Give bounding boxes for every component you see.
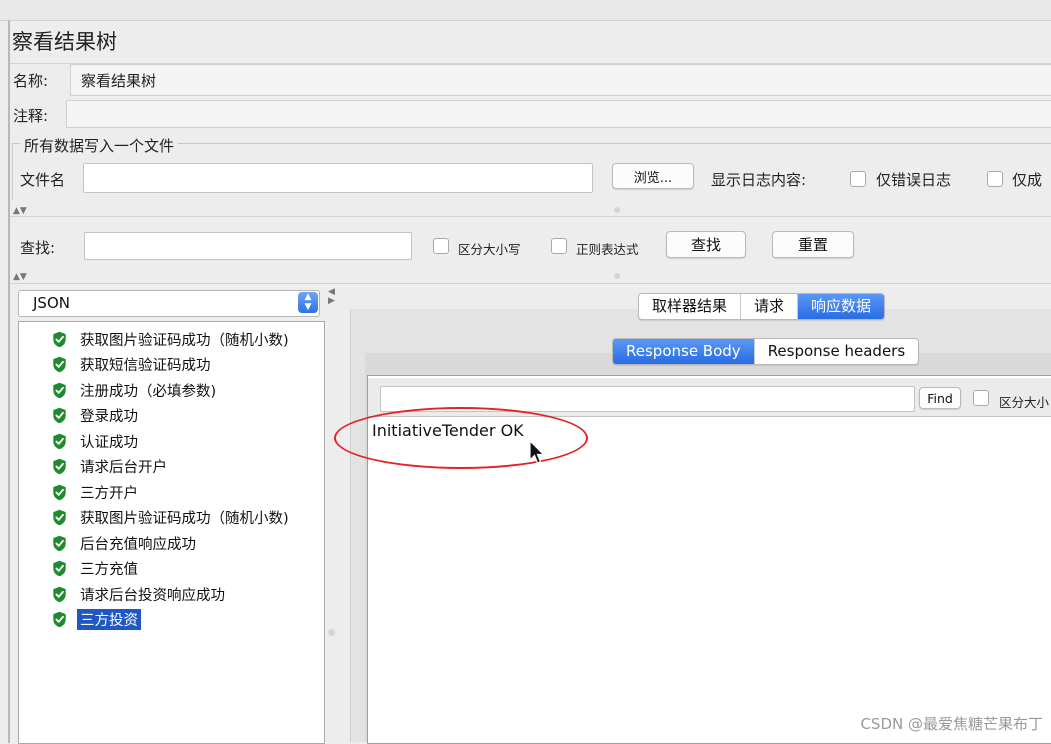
browse-button[interactable]: 浏览...: [612, 163, 694, 189]
result-tab[interactable]: 取样器结果: [639, 294, 742, 319]
splitter-handle[interactable]: [614, 273, 620, 279]
tree-item-label: 三方开户: [80, 485, 138, 502]
tree-item[interactable]: 认证成功: [51, 430, 141, 452]
tree-item[interactable]: 三方充值: [51, 558, 141, 580]
filename-input[interactable]: [83, 163, 593, 193]
annotation-circle: [334, 407, 588, 469]
case-sensitive-checkbox[interactable]: [433, 238, 449, 254]
renderer-select-value: JSON: [33, 294, 70, 312]
result-tabs: 取样器结果 请求 响应数据: [638, 293, 886, 320]
success-shield-icon: [51, 458, 68, 475]
tree-item-label: 获取图片验证码成功（随机小数): [80, 511, 289, 527]
renderer-select[interactable]: JSON ▲ ▼: [18, 290, 320, 317]
success-only-checkbox[interactable]: [987, 171, 1003, 187]
response-tabs: Response Body Response headers: [612, 338, 920, 365]
case-sensitive-label: 区分大小写: [458, 242, 521, 257]
success-shield-icon: [51, 535, 68, 552]
tree-item-label: 三方充值: [80, 562, 138, 578]
success-shield-icon: [51, 356, 68, 373]
tree-item-label: 注册成功（必填参数): [80, 383, 217, 400]
tree-item-label: 登录成功: [80, 409, 138, 425]
regex-checkbox[interactable]: [551, 238, 567, 254]
filename-label: 文件名: [20, 171, 66, 189]
response-tab[interactable]: Response headers: [755, 339, 918, 364]
success-shield-icon: [51, 586, 68, 603]
regex-label: 正则表达式: [576, 242, 639, 257]
find-button[interactable]: 查找: [666, 231, 746, 258]
results-tree[interactable]: 获取图片验证码成功（随机小数) 获取短信验证码成功 注册成功（必填参数) 登录成功认证…: [18, 321, 325, 744]
window-top-strip: [0, 0, 1051, 21]
success-only-label: 仅成: [1012, 171, 1043, 189]
watermark: CSDN @最爱焦糖芒果布丁: [860, 715, 1043, 733]
errors-only-checkbox[interactable]: [850, 171, 866, 187]
tree-item[interactable]: 登录成功: [51, 405, 141, 427]
chevron-updown-icon: ▲ ▼: [298, 292, 318, 313]
divider: [10, 283, 1051, 284]
page-title: 察看结果树: [12, 30, 117, 54]
divider: [10, 216, 1051, 217]
response-tab[interactable]: Response Body: [613, 339, 755, 364]
tree-item[interactable]: 后台充值响应成功: [51, 532, 199, 554]
tree-item-label: 后台充值响应成功: [80, 536, 196, 553]
response-case-checkbox[interactable]: [973, 390, 989, 406]
name-label: 名称:: [13, 72, 49, 90]
tree-item[interactable]: 请求后台开户: [51, 456, 170, 478]
reset-button[interactable]: 重置: [772, 231, 854, 258]
tree-item[interactable]: 获取图片验证码成功（随机小数): [51, 507, 292, 529]
name-field-value: 察看结果树: [81, 72, 157, 90]
search-input[interactable]: [84, 232, 412, 260]
success-shield-icon: [51, 382, 68, 399]
result-tab[interactable]: 请求: [741, 294, 799, 319]
name-field[interactable]: 察看结果树: [70, 64, 1051, 96]
success-shield-icon: [51, 331, 68, 348]
file-section-legend: 所有数据写入一个文件: [20, 135, 179, 156]
errors-only-label: 仅错误日志: [876, 171, 952, 189]
tree-item[interactable]: 获取短信验证码成功: [51, 354, 214, 376]
success-shield-icon: [51, 611, 68, 628]
tree-item[interactable]: 三方投资: [51, 608, 142, 631]
splitter-handle[interactable]: [614, 207, 620, 213]
response-find-button[interactable]: Find: [919, 387, 961, 409]
tree-item-label: 获取图片验证码成功（随机小数): [80, 332, 289, 349]
tree-item[interactable]: 获取图片验证码成功（随机小数): [51, 328, 292, 350]
success-shield-icon: [51, 433, 68, 450]
mouse-cursor-icon: [529, 440, 545, 464]
log-content-label: 显示日志内容:: [711, 171, 807, 189]
success-shield-icon: [51, 509, 68, 526]
success-shield-icon: [51, 484, 68, 501]
tree-item[interactable]: 请求后台投资响应成功: [51, 583, 228, 605]
panel-splitter-arrows[interactable]: ◀ ▶: [328, 288, 335, 306]
tree-item-label: 请求后台投资响应成功: [80, 587, 225, 604]
tree-item-label: 请求后台开户: [80, 460, 167, 476]
comment-label: 注释:: [13, 107, 49, 125]
search-label: 查找:: [20, 239, 56, 257]
response-case-label: 区分大小: [999, 395, 1050, 410]
splitter-arrows[interactable]: ▲▼: [13, 272, 27, 282]
result-tab[interactable]: 响应数据: [798, 294, 885, 319]
tree-item-label: 认证成功: [80, 434, 138, 451]
splitter-arrows[interactable]: ▲▼: [13, 206, 27, 216]
tree-item-label: 获取短信验证码成功: [80, 358, 211, 374]
panel-splitter-handle[interactable]: [328, 629, 335, 636]
success-shield-icon: [51, 407, 68, 424]
comment-field[interactable]: [66, 100, 1051, 128]
tree-item[interactable]: 注册成功（必填参数): [51, 379, 219, 401]
tree-item[interactable]: 三方开户: [51, 481, 141, 503]
success-shield-icon: [51, 560, 68, 577]
tree-item-label: 三方投资: [76, 608, 142, 631]
